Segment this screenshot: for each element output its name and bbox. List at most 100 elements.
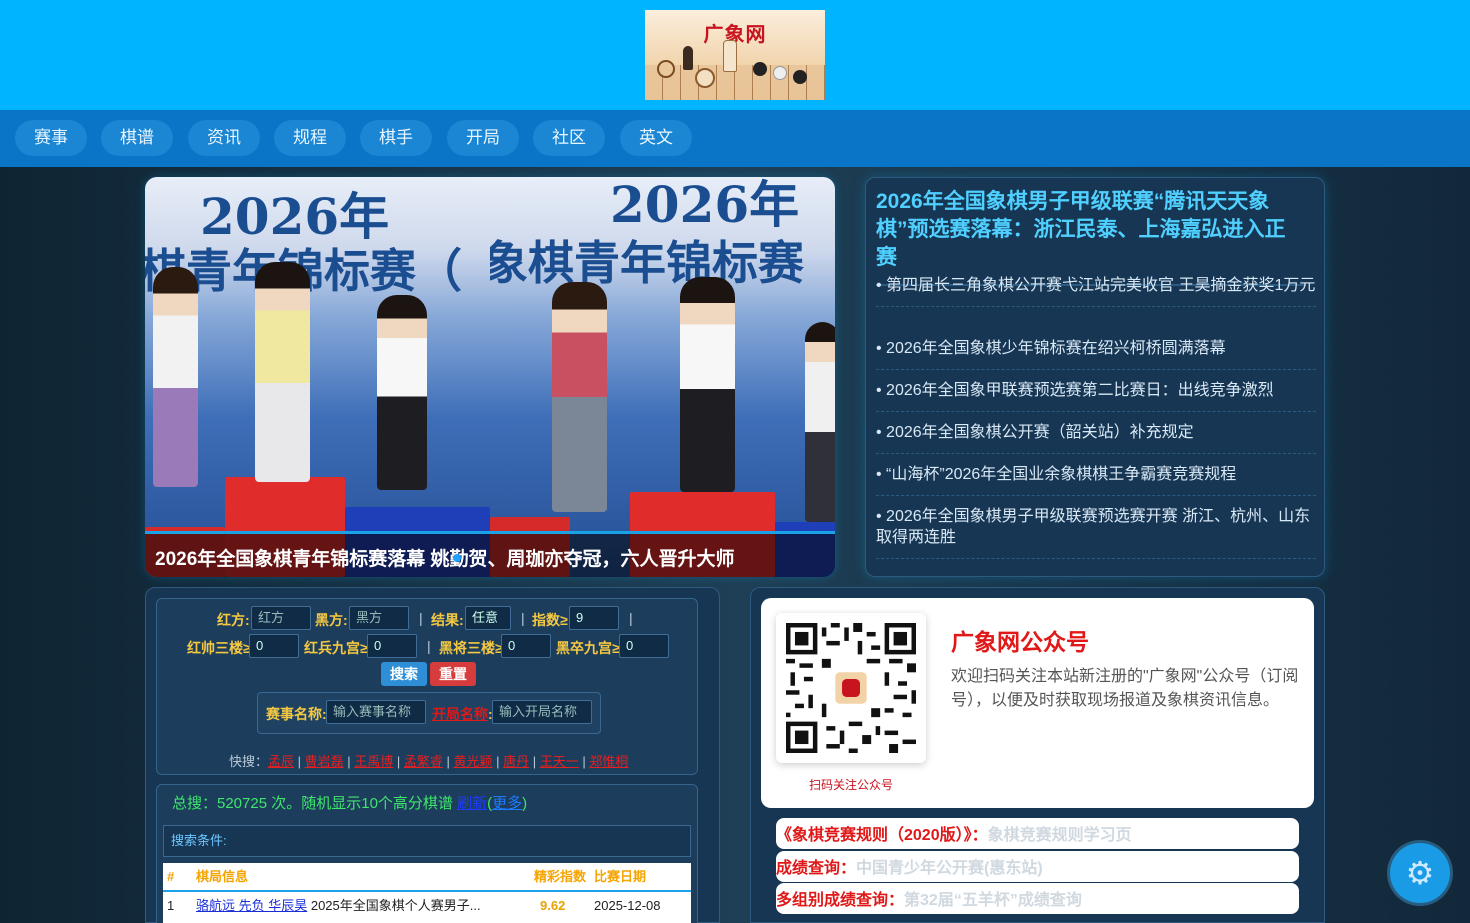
col-header[interactable]: 棋局信息 xyxy=(196,863,248,890)
news-headline[interactable]: 2026年全国象棋男子甲级联赛“腾讯天天象棋”预选赛落幕：浙江民泰、上海嘉弘进入… xyxy=(876,188,1306,286)
black-side-input[interactable]: 黑方 xyxy=(349,606,409,630)
index-input[interactable]: 9 xyxy=(569,606,619,630)
news-item[interactable]: • “山海杯”2026年全国业余象棋棋王争霸赛竞赛规程 xyxy=(876,464,1316,496)
search-button[interactable]: 搜索 xyxy=(381,662,427,686)
gear-icon: ⚙ xyxy=(1405,855,1435,891)
col-header[interactable]: 精彩指数 xyxy=(534,863,586,890)
qr-code xyxy=(786,623,916,753)
main-nav: 赛事 棋谱 资讯 规程 棋手 开局 社区 英文 xyxy=(0,110,1470,167)
more-link[interactable]: 更多 xyxy=(492,795,522,812)
results-query-row[interactable]: 成绩查询：中国青少年公开赛(惠东站) xyxy=(776,851,1299,882)
news-item[interactable]: • 第四届长三角象棋公开赛弋江站完美收官 王昊摘金获奖1万元 xyxy=(876,275,1316,307)
quick-link[interactable]: 王禹博 xyxy=(354,754,393,769)
black-king-input[interactable]: 0 xyxy=(501,634,551,658)
nav-item-english[interactable]: 英文 xyxy=(620,120,692,156)
opening-name-input[interactable]: 输入开局名称 xyxy=(492,700,592,724)
quick-link[interactable]: 王天一 xyxy=(540,754,579,769)
nav-item-regulations[interactable]: 规程 xyxy=(274,120,346,156)
name-filter-box: 赛事名称: 输入赛事名称 开局名称: 输入开局名称 xyxy=(257,692,601,734)
carousel-caption[interactable]: 2026年全国象棋青年锦标赛落幕 姚勤贺、周珈亦夺冠，六人晋升大师 xyxy=(155,544,735,571)
quick-link[interactable]: 黄光颖 xyxy=(454,754,493,769)
col-header: # xyxy=(167,869,175,884)
logo-piece xyxy=(695,68,715,88)
opening-name-label: 开局名称: xyxy=(432,706,493,722)
search-form: 红方: 红方 黑方: 黑方 | 结果: 任意 | 指数≥ 9 | 红帅三楼≥ 0… xyxy=(156,598,698,775)
settings-fab[interactable]: ⚙ xyxy=(1390,843,1450,903)
black-pawn-input[interactable]: 0 xyxy=(619,634,669,658)
event-name-input[interactable]: 输入赛事名称 xyxy=(326,700,426,724)
logo-piece xyxy=(657,60,675,78)
opening-name-link[interactable]: 开局名称 xyxy=(432,706,488,722)
news-item[interactable]: • 2026年全国象棋公开赛（韶关站）补充规定 xyxy=(876,422,1316,454)
reset-button[interactable]: 重置 xyxy=(430,662,476,686)
quick-link[interactable]: 孟辰 xyxy=(268,754,294,769)
carousel-caption-bar[interactable]: 2026年全国象棋青年锦标赛落幕 姚勤贺、周珈亦夺冠，六人晋升大师 xyxy=(145,531,835,577)
logo-piece xyxy=(753,62,767,76)
black-king-label: 黑将三楼≥ xyxy=(439,640,503,656)
site-header: 广象网 xyxy=(0,0,1470,110)
qr-caption: 扫码关注公众号 xyxy=(808,778,893,792)
person-figure xyxy=(805,322,835,522)
news-item[interactable]: • 2026年全国象棋少年锦标赛在绍兴柯桥圆满落幕 xyxy=(876,338,1316,370)
search-stats: 总搜：520725 次。随机显示10个高分棋谱 刷新(更多) xyxy=(172,795,528,812)
logo-piece xyxy=(773,66,787,80)
red-pawn-input[interactable]: 0 xyxy=(367,634,417,658)
logo-king-piece xyxy=(723,40,737,72)
wechat-description: 欢迎扫码关注本站新注册的"广象网"公众号（订阅号），以便及时获取现场报道及象棋资… xyxy=(951,668,1299,709)
quick-link[interactable]: 郑惟桐 xyxy=(589,754,628,769)
banner-text: 象棋青年锦标赛 xyxy=(490,236,804,290)
search-conditions: 搜索条件: xyxy=(163,825,691,857)
red-side-input[interactable]: 红方 xyxy=(251,606,311,630)
news-item[interactable]: • 2026年全国象甲联赛预选赛第二比赛日：出线竞争激烈 xyxy=(876,380,1316,412)
news-carousel[interactable]: 2026年 棋青年锦标赛（ 2026年 象棋青年锦标赛 2026年全国象棋青年锦… xyxy=(145,177,835,577)
rule-key: 《象棋竞赛规则（2020版）》： xyxy=(776,827,988,844)
quick-link[interactable]: 曹岩磊 xyxy=(305,754,344,769)
separator: | xyxy=(521,610,525,626)
rule-link[interactable]: 象棋竞赛规则学习页 xyxy=(988,827,1132,844)
person-figure xyxy=(680,277,735,492)
nav-item-community[interactable]: 社区 xyxy=(533,120,605,156)
quick-link[interactable]: 孟繁睿 xyxy=(404,754,443,769)
result-select[interactable]: 任意 xyxy=(465,606,511,630)
game-date: 2025-12-08 xyxy=(594,898,661,913)
person-figure xyxy=(153,267,198,487)
black-pawn-label: 黑卒九宫≥ xyxy=(556,640,620,656)
red-king-input[interactable]: 0 xyxy=(249,634,299,658)
carousel-dot[interactable] xyxy=(453,554,461,562)
news-item[interactable]: • 2026年全国象棋男子甲级联赛预选赛开赛 浙江、杭州、山东取得两连胜 xyxy=(876,506,1316,559)
separator: | xyxy=(419,610,423,626)
col-header[interactable]: 比赛日期 xyxy=(594,863,646,890)
rule-link[interactable]: 第32届“五羊杯”成绩查询 xyxy=(904,892,1082,909)
logo-piece xyxy=(793,70,807,84)
red-side-label: 红方: xyxy=(217,612,250,628)
slide-photo-left: 2026年 棋青年锦标赛（ xyxy=(145,177,490,577)
person-figure xyxy=(255,262,310,482)
row-number: 1 xyxy=(167,898,175,913)
slide-photo-right: 2026年 象棋青年锦标赛 xyxy=(490,177,835,577)
game-info: 骆航远 先负 华辰昊 2025年全国象棋个人赛男子... xyxy=(196,892,481,920)
quick-search-label: 快搜： xyxy=(229,754,269,769)
site-logo[interactable]: 广象网 xyxy=(645,10,825,100)
quick-link[interactable]: 唐丹 xyxy=(503,754,529,769)
game-link[interactable]: 骆航远 先负 华辰昊 xyxy=(196,898,307,913)
result-label: 结果: xyxy=(431,612,464,628)
nav-item-players[interactable]: 棋手 xyxy=(360,120,432,156)
event-text: 2025年全国象棋个人赛男子... xyxy=(307,898,481,913)
nav-item-news[interactable]: 资讯 xyxy=(188,120,260,156)
refresh-link[interactable]: 刷新 xyxy=(457,795,487,812)
rule-text: 多组别成绩查询：第32届“五羊杯”成绩查询 xyxy=(776,886,1082,910)
rule-key: 多组别成绩查询： xyxy=(776,892,905,909)
rule-text: 《象棋竞赛规则（2020版）》：象棋竞赛规则学习页 xyxy=(776,821,1132,845)
news-panel: 2026年全国象棋男子甲级联赛“腾讯天天象棋”预选赛落幕：浙江民泰、上海嘉弘进入… xyxy=(865,177,1325,577)
person-figure xyxy=(552,282,607,512)
rule-link[interactable]: 中国青少年公开赛(惠东站) xyxy=(856,860,1043,877)
wechat-card: 扫码关注公众号 广象网公众号 欢迎扫码关注本站新注册的"广象网"公众号（订阅号）… xyxy=(761,598,1314,808)
multi-results-query-row[interactable]: 多组别成绩查询：第32届“五羊杯”成绩查询 xyxy=(776,883,1299,914)
nav-item-openings[interactable]: 开局 xyxy=(447,120,519,156)
nav-item-events[interactable]: 赛事 xyxy=(15,120,87,156)
red-pawn-label: 红兵九宫≥ xyxy=(304,640,368,656)
rule-link-row[interactable]: 《象棋竞赛规则（2020版）》：象棋竞赛规则学习页 xyxy=(776,818,1299,849)
wechat-panel: 扫码关注公众号 广象网公众号 欢迎扫码关注本站新注册的"广象网"公众号（订阅号）… xyxy=(750,587,1325,923)
logo-pawn-piece xyxy=(683,46,693,70)
nav-item-game-records[interactable]: 棋谱 xyxy=(101,120,173,156)
